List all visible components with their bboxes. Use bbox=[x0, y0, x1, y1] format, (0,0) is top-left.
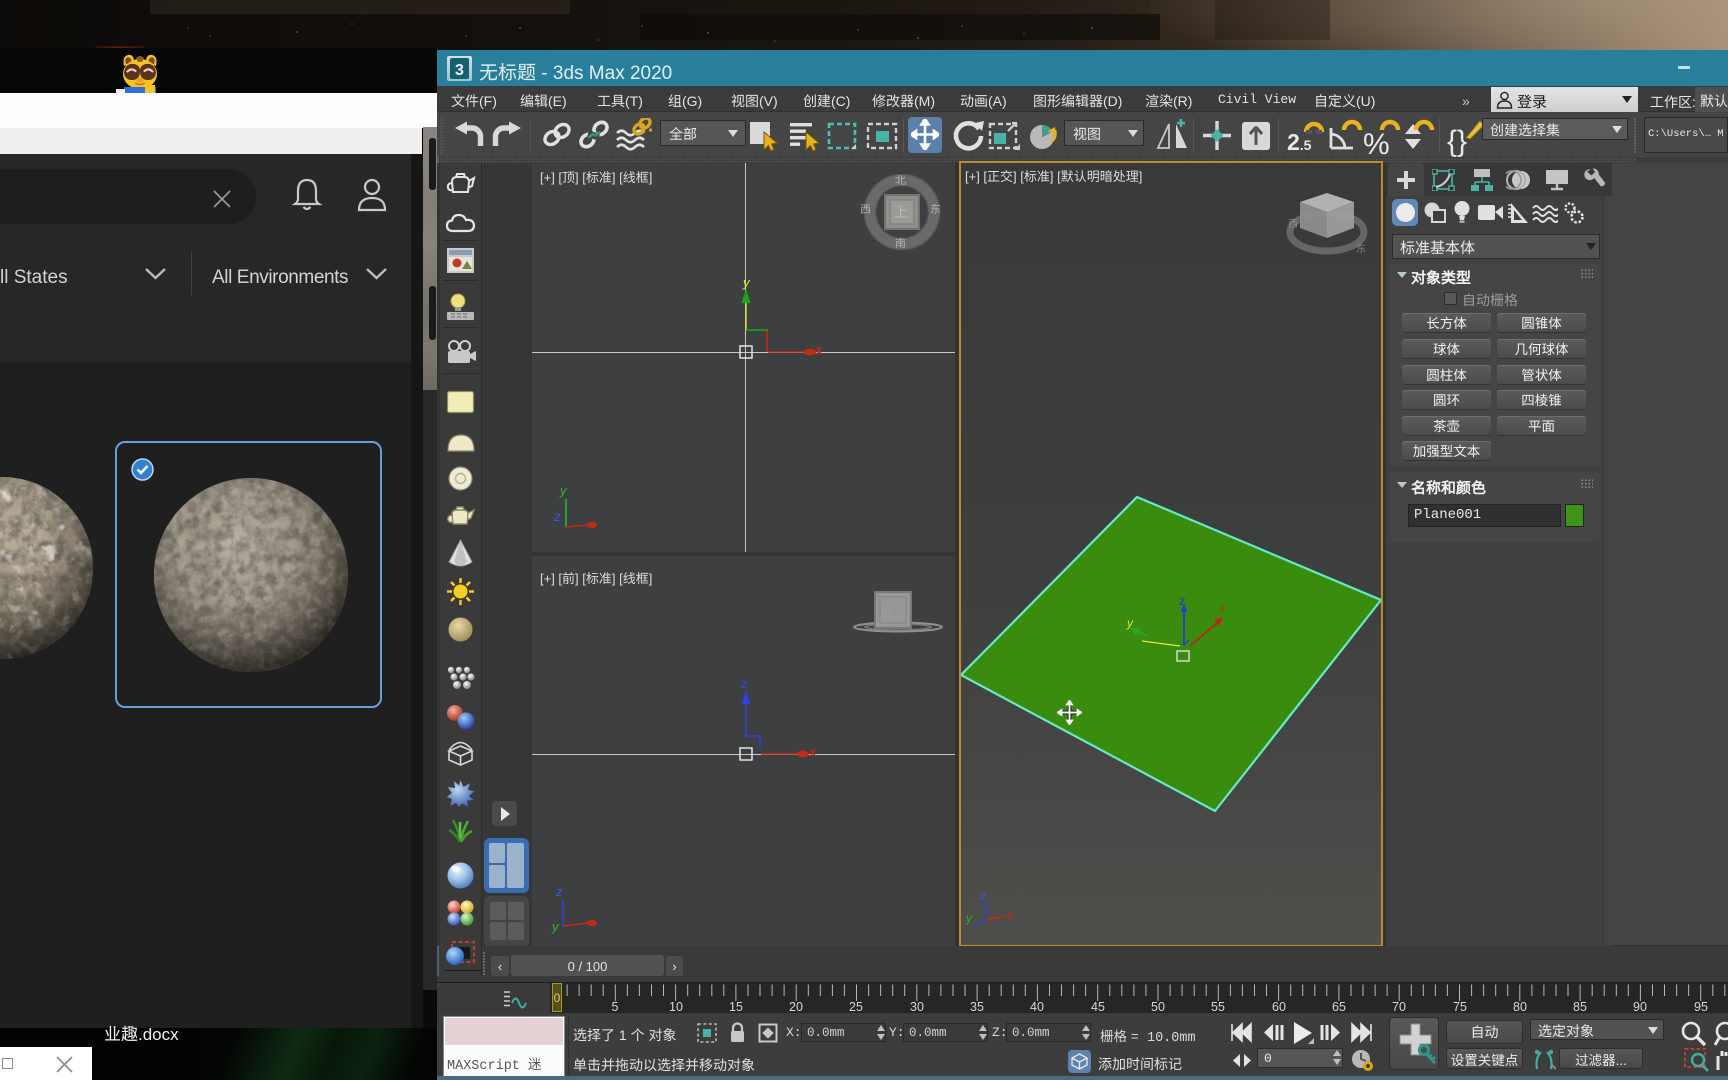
svg-text:z: z bbox=[740, 676, 748, 692]
svg-text:x: x bbox=[1007, 906, 1014, 922]
svg-text:z: z bbox=[979, 888, 986, 904]
svg-text:x: x bbox=[1218, 600, 1225, 616]
svg-text:z: z bbox=[555, 884, 563, 900]
svg-text:y: y bbox=[559, 483, 568, 499]
svg-text:y: y bbox=[551, 916, 560, 935]
svg-text:z: z bbox=[553, 506, 561, 525]
svg-text:y: y bbox=[966, 909, 973, 926]
svg-text:y: y bbox=[742, 275, 751, 291]
